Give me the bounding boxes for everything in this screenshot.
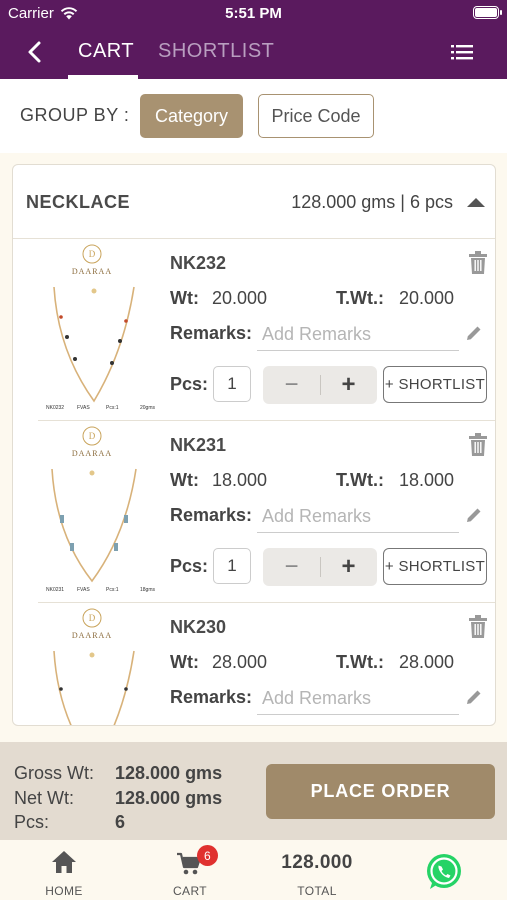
category-header[interactable]: NECKLACE 128.000 gms | 6 pcs: [13, 165, 495, 239]
pcs-total-label: Pcs:: [14, 812, 50, 832]
increment-button[interactable]: +: [320, 548, 377, 586]
twt-label: T.Wt.:: [336, 288, 384, 308]
tab-cart-label: CART: [172, 884, 208, 898]
group-by-label: GROUP BY :: [20, 105, 130, 125]
status-bar: Carrier 5:51 PM: [0, 0, 507, 28]
tab-home-label: HOME: [45, 884, 83, 898]
wt-value: 28.000: [212, 652, 268, 672]
svg-text:Pcs:1: Pcs:1: [106, 587, 119, 593]
trash-icon[interactable]: [468, 615, 488, 639]
wt-value: 20.000: [212, 288, 268, 308]
total-label: TOTAL: [297, 884, 337, 898]
group-by-price-code-button[interactable]: Price Code: [258, 94, 374, 138]
quantity-stepper: − +: [263, 548, 377, 586]
item-code: NK232: [170, 253, 227, 273]
svg-text:Pcs:1: Pcs:1: [106, 405, 119, 411]
net-wt-label: Net Wt:: [14, 788, 75, 808]
svg-text:FVAS: FVAS: [77, 405, 90, 411]
tab-home[interactable]: HOME: [29, 840, 99, 900]
svg-text:18gms: 18gms: [140, 587, 156, 593]
product-thumbnail[interactable]: D DAARAA NK0232 FVAS Pcs:1 20gms: [44, 241, 162, 413]
svg-text:D: D: [89, 249, 96, 259]
twt-value: 28.000: [399, 652, 455, 672]
trash-icon[interactable]: [468, 433, 488, 457]
add-to-shortlist-button[interactable]: + SHORTLIST: [383, 366, 487, 403]
tab-cart[interactable]: CART: [78, 40, 134, 63]
remarks-input[interactable]: [257, 683, 459, 715]
wt-value: 18.000: [212, 470, 268, 490]
group-by-category-button[interactable]: Category: [140, 94, 243, 138]
decrement-button[interactable]: −: [263, 548, 320, 586]
product-thumbnail[interactable]: D DAARAA NK0231 FVAS Pcs:1 18gms: [44, 423, 162, 595]
gross-wt-label: Gross Wt:: [14, 763, 94, 783]
twt-label: T.Wt.:: [336, 470, 384, 490]
thumb-brand: DAARAA: [72, 631, 112, 640]
cart-item: D DAARAA NK230 Wt: 28.000 T.Wt.: 28.000 …: [38, 603, 495, 726]
item-code: NK230: [170, 617, 227, 637]
tab-total: 128.000 TOTAL: [262, 840, 372, 900]
cart-count-badge: 6: [197, 845, 218, 866]
thumb-brand: DAARAA: [72, 449, 112, 458]
remarks-input[interactable]: [257, 319, 459, 351]
svg-text:D: D: [89, 431, 96, 441]
caret-up-icon[interactable]: [467, 198, 485, 207]
gross-wt-value: 128.000 gms: [115, 763, 223, 783]
svg-text:NK0232: NK0232: [46, 405, 64, 411]
svg-text:FVAS: FVAS: [77, 587, 90, 593]
pencil-icon[interactable]: [464, 323, 484, 343]
svg-text:NK0231: NK0231: [46, 587, 64, 593]
pcs-label: Pcs:: [170, 556, 209, 576]
increment-button[interactable]: +: [320, 366, 377, 404]
remarks-label: Remarks:: [170, 687, 253, 707]
status-time: 5:51 PM: [225, 5, 282, 22]
order-summary: Gross Wt: 128.000 gms Net Wt: 128.000 gm…: [0, 742, 507, 840]
product-thumbnail[interactable]: D DAARAA: [44, 605, 162, 726]
pencil-icon[interactable]: [464, 505, 484, 525]
twt-label: T.Wt.:: [336, 652, 384, 672]
remarks-label: Remarks:: [170, 505, 253, 525]
place-order-button[interactable]: PLACE ORDER: [266, 764, 495, 819]
item-code: NK231: [170, 435, 227, 455]
cart-item: D DAARAA NK0231 FVAS Pcs:1 18gms NK231 W…: [38, 421, 495, 603]
thumb-brand: DAARAA: [72, 267, 112, 276]
home-icon: [52, 851, 76, 873]
wt-label: Wt:: [170, 470, 199, 490]
group-by-bar: GROUP BY : Category Price Code: [0, 79, 507, 153]
remarks-label: Remarks:: [170, 323, 253, 343]
whatsapp-icon[interactable]: [424, 852, 464, 892]
remarks-input[interactable]: [257, 501, 459, 533]
trash-icon[interactable]: [468, 251, 488, 275]
svg-text:D: D: [89, 613, 96, 623]
twt-value: 18.000: [399, 470, 455, 490]
wt-label: Wt:: [170, 652, 199, 672]
wt-label: Wt:: [170, 288, 199, 308]
pcs-input[interactable]: 1: [213, 548, 251, 584]
tab-cart-bottom[interactable]: 6 CART: [155, 840, 225, 900]
decrement-button[interactable]: −: [263, 366, 320, 404]
pcs-label: Pcs:: [170, 374, 209, 394]
net-wt-value: 128.000 gms: [115, 788, 223, 808]
tab-shortlist[interactable]: SHORTLIST: [158, 40, 274, 63]
cart-item: D DAARAA NK0232 FVAS Pcs:1 20gms NK232 W…: [38, 239, 495, 421]
add-to-shortlist-button[interactable]: + SHORTLIST: [383, 548, 487, 585]
top-nav: CART SHORTLIST: [0, 28, 507, 79]
back-arrow-icon[interactable]: [22, 38, 50, 66]
pencil-icon[interactable]: [464, 687, 484, 707]
app-header: Carrier 5:51 PM CART SHORTLIST: [0, 0, 507, 79]
svg-text:20gms: 20gms: [140, 405, 156, 411]
category-summary: 128.000 gms | 6 pcs: [291, 192, 453, 212]
pcs-input[interactable]: 1: [213, 366, 251, 402]
menu-icon[interactable]: [451, 43, 473, 61]
category-name: NECKLACE: [26, 192, 131, 212]
pcs-total-value: 6: [115, 812, 126, 832]
twt-value: 20.000: [399, 288, 455, 308]
category-card: NECKLACE 128.000 gms | 6 pcs D DAARAA NK…: [12, 164, 496, 726]
battery-icon: [473, 6, 502, 19]
quantity-stepper: − +: [263, 366, 377, 404]
total-value: 128.000: [281, 852, 353, 873]
